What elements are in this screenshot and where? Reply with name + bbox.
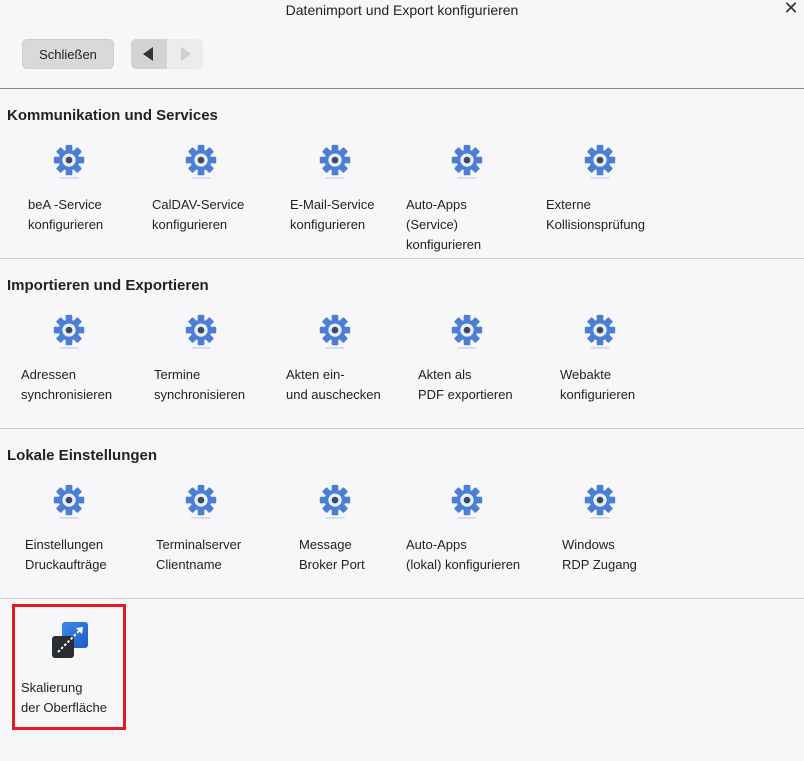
close-button[interactable]: Schließen — [22, 39, 114, 69]
item-adressen[interactable]: Adressen synchronisieren — [21, 259, 161, 429]
gear-icon — [319, 484, 351, 519]
gear-icon — [584, 314, 616, 349]
item-webakte[interactable]: Webakte konfigurieren — [560, 259, 700, 429]
item-label: Terminalserver Clientname — [156, 537, 242, 572]
gear-icon — [584, 144, 616, 179]
gear-icon — [185, 314, 217, 349]
item-bea-service[interactable]: beA -Service konfigurieren — [28, 89, 168, 259]
item-termine[interactable]: Termine synchronisieren — [154, 259, 294, 429]
item-label: Akten als PDF exportieren — [418, 367, 513, 402]
item-label: Webakte konfigurieren — [560, 367, 636, 402]
item-terminalserver[interactable]: Terminalserver Clientname — [156, 429, 296, 599]
item-label: Einstellungen Druckaufträge — [25, 537, 107, 572]
item-akten-checkout[interactable]: Akten ein- und auschecken — [286, 259, 426, 429]
item-label: Message Broker Port — [299, 537, 365, 572]
item-druckauftraege[interactable]: Einstellungen Druckaufträge — [25, 429, 165, 599]
close-icon[interactable]: ✕ — [782, 0, 800, 17]
gear-icon — [185, 144, 217, 179]
gear-icon — [451, 144, 483, 179]
item-auto-apps-service[interactable]: Auto-Apps (Service) konfigurieren — [406, 89, 546, 259]
item-caldav-service[interactable]: CalDAV-Service konfigurieren — [152, 89, 292, 259]
forward-button[interactable] — [167, 39, 203, 69]
item-label: E-Mail-Service konfigurieren — [290, 197, 375, 232]
highlight-frame — [12, 604, 126, 730]
gear-icon — [584, 484, 616, 519]
gear-icon — [451, 484, 483, 519]
gear-icon — [185, 484, 217, 519]
item-label: Auto-Apps (Service) konfigurieren — [406, 197, 482, 252]
item-externe-kollisionspruefung[interactable]: Externe Kollisionsprüfung — [546, 89, 686, 259]
item-windows-rdp[interactable]: Windows RDP Zugang — [562, 429, 702, 599]
gear-icon — [319, 144, 351, 179]
item-label: Adressen synchronisieren — [21, 367, 113, 402]
item-label: Akten ein- und auschecken — [286, 367, 381, 402]
gear-icon — [319, 314, 351, 349]
toolbar: Schließen — [0, 24, 804, 88]
item-auto-apps-lokal[interactable]: Auto-Apps (lokal) konfigurieren — [406, 429, 546, 599]
title-bar: Datenimport und Export konfigurieren ✕ — [0, 0, 804, 24]
back-button[interactable] — [131, 39, 167, 69]
window-title: Datenimport und Export konfigurieren — [285, 2, 519, 18]
item-label: Auto-Apps (lokal) konfigurieren — [406, 537, 521, 572]
gear-icon — [451, 314, 483, 349]
item-label: Externe Kollisionsprüfung — [546, 197, 646, 232]
navigation-group — [131, 39, 203, 69]
section-kommunikation: Kommunikation und Services beA -Service … — [0, 89, 804, 259]
item-label: Windows RDP Zugang — [562, 537, 637, 572]
item-label: beA -Service konfigurieren — [28, 197, 104, 232]
arrow-left-icon — [143, 47, 153, 61]
gear-icon — [53, 314, 85, 349]
arrow-right-icon — [181, 47, 191, 61]
gear-icon — [53, 144, 85, 179]
section-importieren: Importieren und Exportieren Adressen syn… — [0, 259, 804, 429]
item-label: Termine synchronisieren — [154, 367, 246, 402]
item-label: CalDAV-Service konfigurieren — [152, 197, 245, 232]
item-akten-pdf[interactable]: Akten als PDF exportieren — [418, 259, 558, 429]
section-lokale-einstellungen: Lokale Einstellungen Einstellungen Druck… — [0, 429, 804, 599]
gear-icon — [53, 484, 85, 519]
